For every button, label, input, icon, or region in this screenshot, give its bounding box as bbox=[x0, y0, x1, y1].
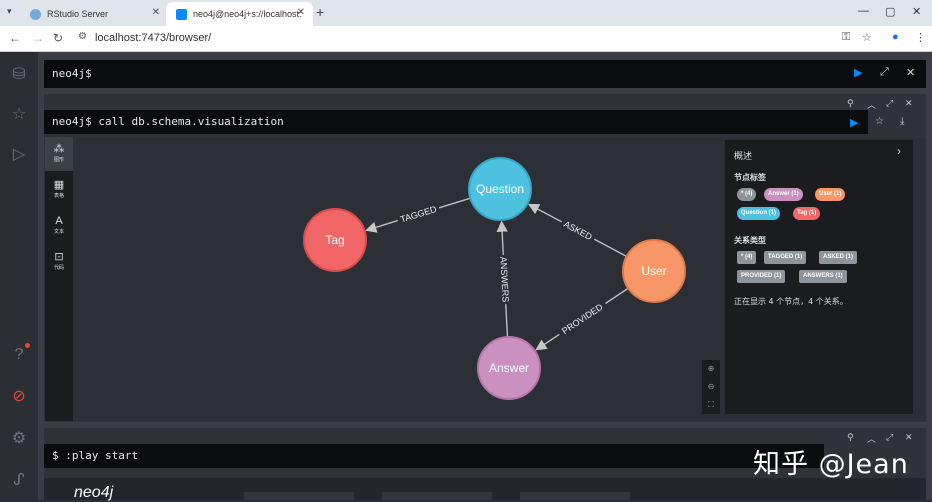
node-label: Tag bbox=[325, 233, 344, 247]
back-icon[interactable]: ← bbox=[9, 31, 21, 45]
frame2-command: $ :play start bbox=[52, 449, 139, 462]
zoom-controls: ⊕ ⊖ ⛶ bbox=[702, 360, 720, 414]
node-labels-heading: 节点标签 bbox=[734, 173, 766, 182]
menu-icon[interactable]: ⋮ bbox=[915, 31, 926, 44]
rel-type-tag[interactable]: * (4) bbox=[737, 251, 757, 264]
download-icon[interactable]: ⤓ bbox=[900, 116, 904, 127]
edge-label: ASKED bbox=[562, 219, 594, 242]
database-icon[interactable]: ⛁ bbox=[8, 64, 30, 86]
guide-card[interactable] bbox=[520, 492, 630, 500]
close-icon[interactable]: ✕ bbox=[152, 7, 160, 18]
tab-table[interactable]: ▦ 表格 bbox=[45, 173, 73, 207]
forward-icon[interactable]: → bbox=[32, 31, 44, 45]
edge-label: PROVIDED bbox=[560, 301, 605, 336]
favorite-star-icon[interactable]: ☆ bbox=[875, 116, 884, 127]
tab-text-label: 文本 bbox=[53, 229, 64, 235]
edge-label: ANSWERS bbox=[498, 257, 510, 303]
profile-icon[interactable]: ● bbox=[892, 31, 899, 43]
node-label: Question bbox=[476, 182, 524, 196]
run-play-icon[interactable]: ▶ bbox=[854, 66, 862, 79]
table-icon: ▦ bbox=[53, 179, 65, 191]
cypher-editor[interactable]: neo4j$ ▶ ⤢ ✕ bbox=[44, 60, 926, 88]
pin-icon[interactable]: ⚲ bbox=[847, 98, 854, 109]
rel-type-tag[interactable]: ANSWERS (1) bbox=[799, 270, 847, 283]
rstudio-icon bbox=[30, 8, 41, 20]
tab-rstudio[interactable]: RStudio Server ✕ bbox=[20, 2, 168, 26]
key-icon[interactable]: ⚿ bbox=[842, 31, 850, 44]
notification-dot bbox=[25, 343, 30, 348]
node-label: User bbox=[641, 264, 666, 278]
address-bar: ← → ↻ ⚙ localhost:7473/browser/ ⚿ ☆ ● ⋮ bbox=[0, 26, 932, 52]
new-tab-button[interactable]: + bbox=[316, 4, 324, 20]
bookmark-star-icon[interactable]: ☆ bbox=[862, 31, 872, 44]
settings-gear-icon[interactable]: ⚙ bbox=[8, 428, 30, 450]
tab-code[interactable]: ⊡ 代码 bbox=[45, 245, 73, 279]
node-label-pill[interactable]: Tag (1) bbox=[793, 207, 821, 220]
zhihu-watermark: 知乎 @Jean bbox=[753, 449, 909, 480]
guides-play-icon[interactable]: ▷ bbox=[8, 144, 30, 166]
connection-status-icon[interactable]: ⊘ bbox=[8, 386, 30, 408]
tab-search-icon[interactable]: ▾ bbox=[7, 6, 12, 17]
expand-icon[interactable]: ⤢ bbox=[886, 98, 893, 109]
neo4j-icon bbox=[176, 8, 187, 20]
tab-neo4j[interactable]: neo4j@neo4j+s://localhost: ✕ bbox=[166, 2, 313, 26]
zoom-out-icon[interactable]: ⊖ bbox=[702, 378, 720, 396]
favorites-star-icon[interactable]: ☆ bbox=[8, 104, 30, 126]
overview-title: 概述 bbox=[734, 152, 753, 162]
tab-graph-label: 图形 bbox=[53, 157, 64, 163]
node-label-pill[interactable]: Answer (1) bbox=[764, 188, 803, 201]
neo4j-logo: neo4j bbox=[74, 484, 114, 501]
minimize-button[interactable]: — bbox=[858, 5, 869, 17]
frame-close-icon[interactable]: ✕ bbox=[905, 98, 913, 109]
close-icon[interactable]: ✕ bbox=[297, 7, 305, 18]
rel-types-heading: 关系类型 bbox=[734, 236, 766, 245]
graph-icon: ⁂ bbox=[53, 143, 65, 155]
frame2-command-bar[interactable]: $ :play start bbox=[44, 444, 824, 468]
fit-to-screen-icon[interactable]: ⛶ bbox=[702, 396, 720, 414]
browser-tab-strip: ▾ RStudio Server ✕ neo4j@neo4j+s://local… bbox=[0, 0, 932, 26]
tab-label: RStudio Server bbox=[47, 9, 109, 19]
rel-type-tag[interactable]: TAGGED (1) bbox=[764, 251, 807, 264]
tab-label: neo4j@neo4j+s://localhost: bbox=[193, 9, 302, 19]
guide-card[interactable] bbox=[244, 492, 354, 500]
rerun-play-icon[interactable]: ▶ bbox=[850, 116, 858, 129]
node-label-pill[interactable]: * (4) bbox=[737, 188, 757, 201]
reload-icon[interactable]: ↻ bbox=[53, 31, 63, 45]
text-icon: A bbox=[55, 215, 63, 227]
rel-type-tag[interactable]: PROVIDED (1) bbox=[737, 270, 786, 283]
about-icon[interactable]: ᔑ bbox=[8, 470, 30, 492]
rel-type-tag[interactable]: ASKED (1) bbox=[819, 251, 858, 264]
node-label-pill[interactable]: User (1) bbox=[815, 188, 846, 201]
tab-text[interactable]: A 文本 bbox=[45, 209, 73, 243]
window-close-button[interactable]: ✕ bbox=[912, 5, 921, 18]
neo4j-sidebar: ⛁ ☆ ▷ ? ⊘ ⚙ ᔑ bbox=[0, 52, 38, 500]
site-info-icon[interactable]: ⚙ bbox=[78, 31, 87, 42]
maximize-button[interactable]: ▢ bbox=[885, 5, 895, 18]
zoom-in-icon[interactable]: ⊕ bbox=[702, 360, 720, 378]
play-start-content bbox=[44, 478, 926, 500]
editor-prompt: neo4j$ bbox=[52, 67, 92, 80]
view-tabs: ⁂ 图形 ▦ 表格 A 文本 ⊡ 代码 bbox=[45, 137, 73, 421]
overview-summary: 正在显示 4 个节点，4 个关系。 bbox=[734, 297, 848, 306]
url-field[interactable]: localhost:7473/browser/ bbox=[95, 32, 211, 44]
chevron-right-icon[interactable]: › bbox=[897, 144, 901, 158]
clear-close-icon[interactable]: ✕ bbox=[906, 66, 915, 79]
tab-graph[interactable]: ⁂ 图形 bbox=[45, 137, 73, 171]
frame-command: neo4j$ call db.schema.visualization bbox=[52, 115, 284, 128]
code-icon: ⊡ bbox=[54, 251, 64, 263]
guide-card[interactable] bbox=[382, 492, 492, 500]
node-label: Answer bbox=[489, 361, 529, 375]
tab-table-label: 表格 bbox=[53, 193, 64, 199]
node-label-pill[interactable]: Question (1) bbox=[737, 207, 781, 220]
fullscreen-icon[interactable]: ⤢ bbox=[880, 66, 889, 79]
tab-code-label: 代码 bbox=[53, 265, 64, 271]
collapse-up-icon[interactable]: ︿ bbox=[867, 98, 876, 111]
frame-command-bar[interactable]: neo4j$ call db.schema.visualization bbox=[44, 110, 868, 134]
overview-panel: 概述 › 节点标签 * (4) Answer (1) User (1) Ques… bbox=[725, 140, 913, 414]
